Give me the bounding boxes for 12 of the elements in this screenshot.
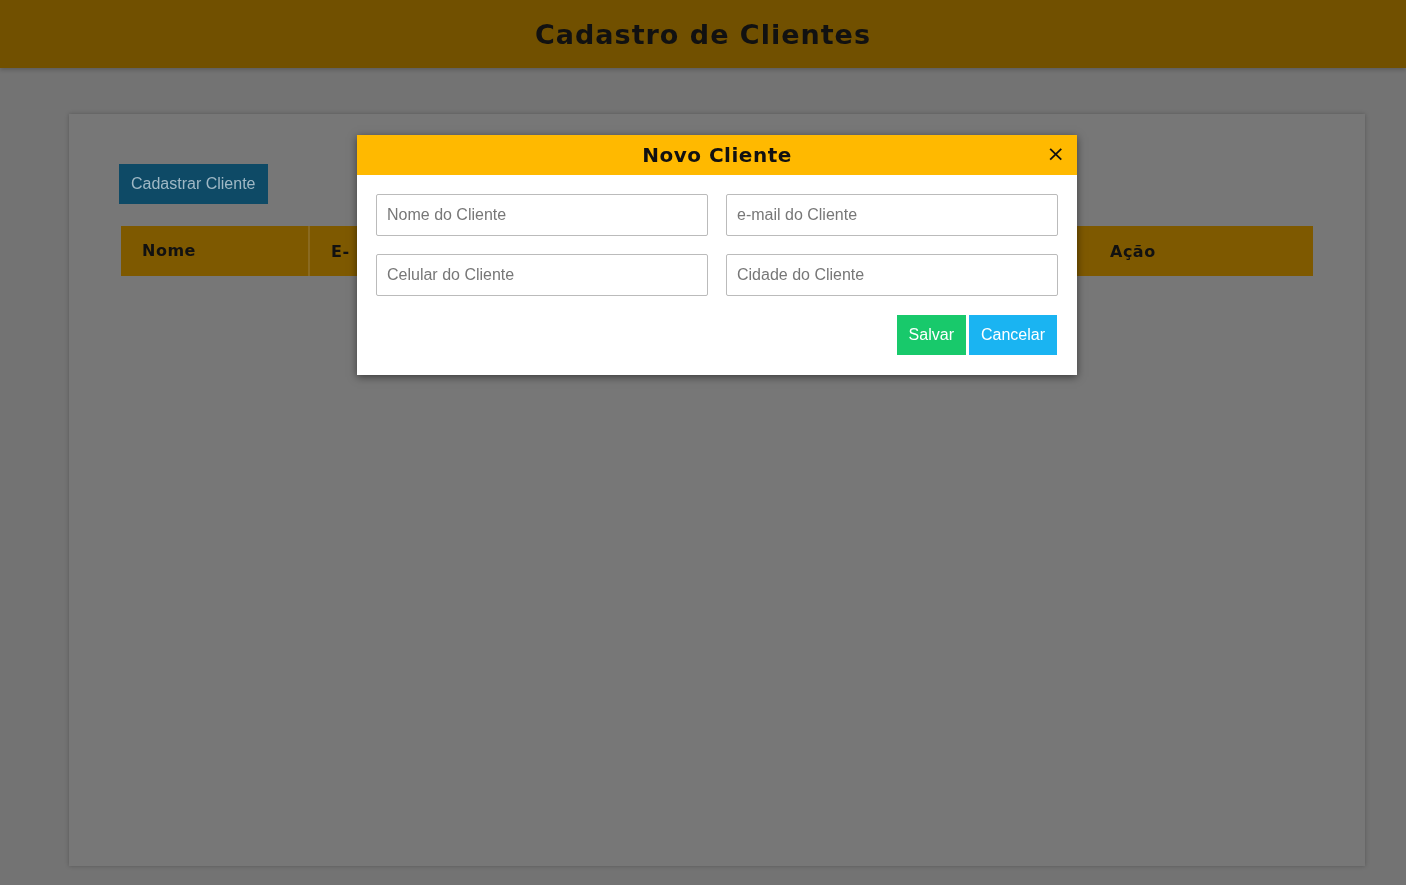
page-title: Cadastro de Clientes	[535, 18, 871, 50]
column-header: Nome	[121, 226, 310, 276]
register-client-button[interactable]: Cadastrar Cliente	[119, 164, 268, 204]
cancel-button[interactable]: Cancelar	[968, 315, 1057, 355]
input-field[interactable]: Cidade do Cliente	[726, 254, 1058, 296]
input-field[interactable]: Nome do Cliente	[376, 194, 708, 236]
column-header: E-	[330, 241, 351, 261]
input-field[interactable]: Celular do Cliente	[376, 254, 708, 296]
input-field[interactable]: e-mail do Cliente	[726, 194, 1058, 236]
column-header: Ação	[1109, 241, 1156, 261]
close-button[interactable]: ×	[1046, 143, 1065, 165]
dialog-title: Novo Cliente	[642, 143, 792, 167]
